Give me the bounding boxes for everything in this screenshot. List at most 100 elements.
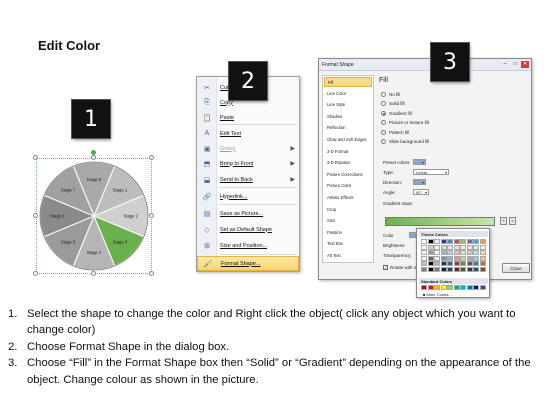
color-swatch[interactable] [453,255,460,261]
color-swatch[interactable] [421,244,427,250]
fill-option[interactable]: Solid fill [381,101,405,107]
radio-button[interactable] [381,92,386,97]
color-swatch[interactable] [440,244,447,250]
color-swatch[interactable] [460,244,466,250]
minimize-icon[interactable]: – [501,61,509,68]
color-swatch[interactable] [479,285,486,290]
color-swatch[interactable] [479,255,486,261]
nav-item[interactable]: Size [324,216,372,226]
nav-item[interactable]: Alt Text [324,251,372,261]
nav-item[interactable]: Crop [324,205,372,215]
maximize-icon[interactable]: □ [511,61,519,68]
color-swatch[interactable] [447,261,453,266]
menu-item[interactable]: ⊞ Size and Position... [197,238,299,253]
color-swatch[interactable] [473,255,479,261]
radio-button[interactable] [381,110,386,116]
color-swatch[interactable] [440,250,447,255]
preset-colors-dropdown[interactable] [413,159,426,165]
close-icon[interactable]: ✕ [521,61,529,68]
color-swatch[interactable] [473,261,479,266]
color-swatch[interactable] [440,285,447,290]
nav-item[interactable]: Picture Color [324,181,372,191]
color-swatch[interactable] [427,244,434,250]
fill-option[interactable]: Slide background fill [381,139,429,144]
remove-stop-button[interactable]: × [509,217,516,225]
color-swatch[interactable] [447,285,453,290]
color-swatch[interactable] [466,244,473,250]
fill-option[interactable]: Picture or texture fill [381,120,429,126]
color-swatch[interactable] [434,239,440,244]
menu-item[interactable]: 🖌 Format Shape... [197,256,299,271]
color-swatch[interactable] [434,285,440,290]
color-swatch[interactable] [460,285,466,290]
color-swatch[interactable] [473,266,479,272]
resize-handle[interactable] [149,271,154,276]
color-swatch[interactable] [479,239,486,244]
color-swatch[interactable] [427,266,434,272]
fill-option[interactable]: Gradient fill [381,110,412,116]
color-swatch[interactable] [473,250,479,255]
color-swatch[interactable] [466,239,473,244]
color-swatch[interactable] [434,255,440,261]
color-swatch[interactable] [460,239,466,244]
color-swatch[interactable] [440,255,447,261]
rotation-handle[interactable] [91,150,96,155]
color-swatch[interactable] [466,266,473,272]
direction-dropdown[interactable] [413,179,426,185]
color-swatch[interactable] [473,244,479,250]
gradient-stops-bar[interactable] [385,217,495,226]
menu-item[interactable]: ▤ Save as Picture... [197,206,299,221]
color-swatch[interactable] [453,285,460,290]
color-swatch[interactable] [421,255,427,261]
color-swatch[interactable] [453,239,460,244]
color-swatch[interactable] [427,239,434,244]
color-swatch[interactable] [440,261,447,266]
color-swatch[interactable] [434,266,440,272]
color-swatch[interactable] [466,261,473,266]
radio-button[interactable] [381,101,386,107]
nav-item[interactable]: Reflection [324,123,372,133]
menu-item[interactable]: ⬒ Bring to Front ▶ [197,156,299,171]
color-swatch[interactable] [434,244,440,250]
nav-item[interactable]: Line Color [324,89,372,99]
color-swatch[interactable] [460,250,466,255]
nav-item[interactable]: 3-D Format [324,147,372,157]
color-swatch[interactable] [460,255,466,261]
rotate-checkbox[interactable]: ✓ [383,265,388,270]
type-dropdown[interactable]: Linear [413,169,449,175]
menu-item[interactable]: ⬓ Send to Back ▶ [197,172,299,187]
color-swatch[interactable] [473,239,479,244]
fill-option[interactable]: No fill [381,92,400,97]
color-swatch[interactable] [453,266,460,272]
color-swatch[interactable] [421,266,427,272]
color-swatch[interactable] [453,244,460,250]
radio-button[interactable] [381,120,386,126]
color-swatch[interactable] [440,239,447,244]
menu-item[interactable]: 📋 Paste [197,110,299,125]
color-swatch[interactable] [427,285,434,290]
color-swatch[interactable] [479,244,486,250]
color-swatch[interactable] [440,266,447,272]
color-swatch[interactable] [453,250,460,255]
more-colors-link[interactable]: ■ More Colors... [423,292,452,297]
menu-item[interactable]: A Edit Text [197,126,299,141]
color-swatch[interactable] [421,261,427,266]
resize-handle[interactable] [149,155,154,160]
nav-item[interactable]: Fill [324,77,372,87]
menu-item[interactable]: ▣ Group ▶ [197,141,299,156]
nav-item[interactable]: Picture Corrections [324,170,372,180]
color-swatch[interactable] [447,255,453,261]
color-swatch[interactable] [473,285,479,290]
color-swatch[interactable] [479,266,486,272]
menu-item[interactable]: 🔗 Hyperlink... [197,189,299,204]
nav-item[interactable]: Glow and Soft Edges [324,135,372,145]
nav-item[interactable]: Artistic Effects [324,193,372,203]
color-swatch[interactable] [421,239,427,244]
nav-item[interactable]: Shadow [324,112,372,122]
color-swatch[interactable] [427,261,434,266]
color-swatch[interactable] [427,255,434,261]
nav-item[interactable]: Text Box [324,239,372,249]
color-swatch[interactable] [466,250,473,255]
color-swatch[interactable] [447,250,453,255]
resize-handle[interactable] [33,155,38,160]
